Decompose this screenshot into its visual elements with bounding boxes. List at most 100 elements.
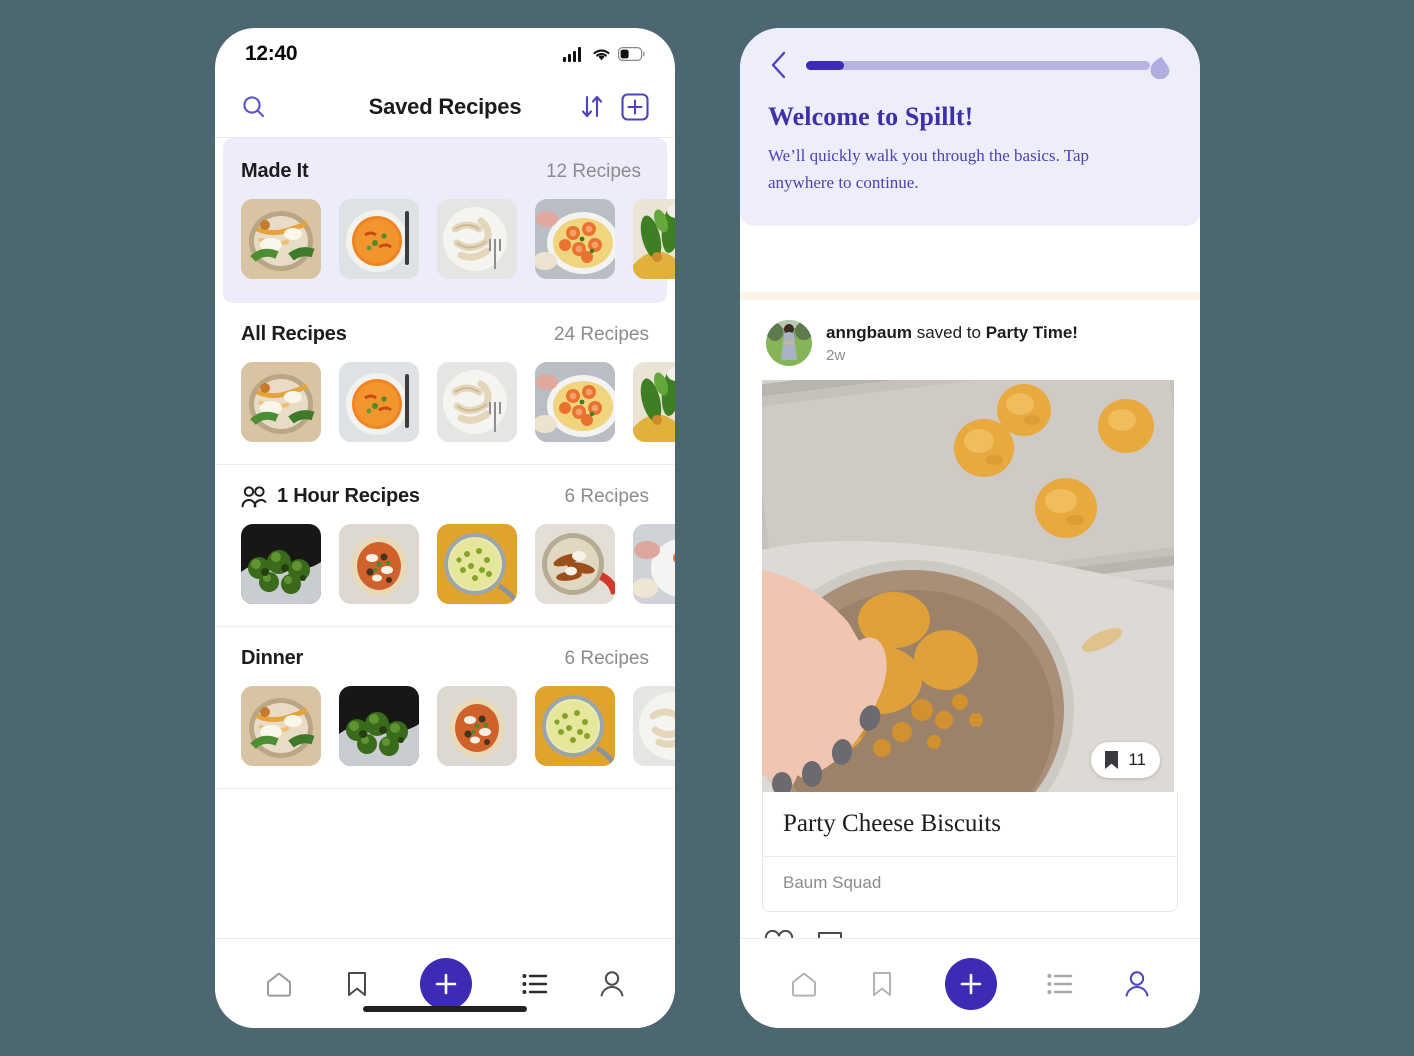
section-all-recipes[interactable]: All Recipes 24 Recipes — [215, 303, 675, 465]
recipe-thumb-noodle-bowl[interactable] — [241, 362, 321, 442]
onboarding-progress-bar — [806, 56, 1172, 79]
tab-home[interactable] — [264, 969, 294, 999]
recipe-thumb-pistachio-soup[interactable] — [535, 686, 615, 766]
search-icon[interactable] — [241, 94, 267, 120]
tab-list[interactable] — [1046, 971, 1074, 997]
section-title: Made It — [241, 160, 309, 182]
recipe-source: Baum Squad — [783, 873, 882, 893]
section-dinner[interactable]: Dinner 6 Recipes — [215, 627, 675, 789]
status-time: 12:40 — [245, 42, 298, 65]
group-people-icon — [241, 485, 267, 507]
status-icons — [563, 46, 645, 62]
home-icon — [791, 972, 816, 997]
recipe-thumb-flatbread-pizza[interactable] — [339, 524, 419, 604]
tab-bookmark[interactable] — [868, 969, 896, 999]
nav-header: Saved Recipes — [215, 76, 675, 138]
section-count: 24 Recipes — [553, 323, 649, 345]
save-count: 11 — [1128, 750, 1146, 770]
progress-droplet-icon — [1150, 56, 1170, 79]
post-header: anngbaum saved to Party Time! 2w — [740, 300, 1200, 380]
canvas: 12:40 Saved Recipes Made It 12 Recipes A… — [0, 0, 1414, 1056]
home-indicator — [363, 1006, 527, 1012]
plus-icon — [435, 973, 457, 994]
recipe-thumb-pistachio-soup[interactable] — [437, 524, 517, 604]
recipe-thumb-flatbread-pizza[interactable] — [437, 686, 517, 766]
section-title: Dinner — [241, 647, 304, 669]
recipe-thumb-tomato-soup[interactable] — [339, 199, 419, 279]
plus-icon — [960, 973, 982, 994]
bottom-tabbar — [215, 938, 675, 1028]
section-count: 6 Recipes — [564, 647, 650, 669]
wifi-icon — [593, 48, 610, 60]
recipe-card[interactable]: Party Cheese Biscuits Baum Squad — [762, 792, 1178, 913]
post-collection[interactable]: Party Time! — [986, 323, 1078, 342]
onboarding-subtitle: We’ll quickly walk you through the basic… — [768, 146, 1090, 193]
thumb-strip[interactable] — [215, 686, 675, 766]
list-icon — [522, 973, 548, 994]
post-meta-line: anngbaum saved to Party Time! — [826, 323, 1078, 343]
recipe-thumb-noodle-bowl[interactable] — [241, 686, 321, 766]
section-title: All Recipes — [241, 323, 347, 345]
thumb-strip[interactable] — [215, 362, 675, 442]
progress-track — [806, 60, 1150, 70]
sort-arrows-icon[interactable] — [579, 94, 605, 120]
post-action-text: saved to — [916, 322, 981, 342]
recipe-thumb-shrimp-plate[interactable] — [633, 524, 675, 604]
section-title: 1 Hour Recipes — [277, 485, 420, 507]
cellular-signal-icon — [563, 46, 581, 62]
recipe-thumb-noodle-bowl[interactable] — [241, 199, 321, 279]
progress-fill — [806, 60, 844, 70]
spacer — [740, 226, 1200, 293]
onboarding-title: Welcome to Spillt! — [768, 102, 974, 131]
post-meta: anngbaum saved to Party Time! 2w — [826, 323, 1078, 364]
section-made-it[interactable]: Made It 12 Recipes — [223, 138, 675, 303]
recipe-thumb-charred-broccoli[interactable] — [241, 524, 321, 604]
bottom-tabbar — [740, 938, 1200, 1028]
phone-left: 12:40 Saved Recipes Made It 12 Recipes A… — [215, 28, 675, 1028]
section-title-with-icon: 1 Hour Recipes — [241, 485, 420, 508]
section-count: 12 Recipes — [545, 160, 641, 182]
recipe-sections-list[interactable]: Made It 12 Recipes All Recipes 24 Recipe… — [215, 138, 675, 978]
section-count: 6 Recipes — [564, 485, 650, 507]
thumb-strip[interactable] — [215, 524, 675, 604]
list-icon — [1047, 973, 1073, 994]
add-box-icon[interactable] — [621, 92, 649, 121]
post-username[interactable]: anngbaum — [826, 323, 912, 342]
status-bar: 12:40 — [215, 28, 675, 76]
recipe-thumb-pasta-fettuccine[interactable] — [633, 686, 675, 766]
tab-list[interactable] — [521, 971, 549, 997]
profile-icon — [600, 970, 624, 996]
thumb-strip[interactable] — [223, 199, 675, 279]
tab-create-button[interactable] — [419, 957, 472, 1010]
post-photo[interactable]: 11 — [762, 380, 1174, 793]
tab-home[interactable] — [789, 969, 819, 999]
cheese-biscuit-dough-photo — [762, 380, 1174, 793]
tab-bookmark[interactable] — [343, 969, 371, 999]
recipe-thumb-shrimp-plate[interactable] — [535, 199, 615, 279]
battery-icon — [618, 47, 645, 61]
home-icon — [266, 972, 291, 997]
recipe-thumb-greens-plate[interactable] — [633, 199, 675, 279]
phone-right: Welcome to Spillt! We’ll quickly walk yo… — [740, 28, 1200, 1028]
tab-profile[interactable] — [1123, 969, 1151, 999]
tab-profile[interactable] — [598, 969, 626, 999]
cream-divider — [740, 292, 1200, 301]
bookmark-filled-icon — [1105, 751, 1119, 770]
section-1-hour-recipes[interactable]: 1 Hour Recipes 6 Recipes — [215, 465, 675, 627]
recipe-thumb-pasta-fettuccine[interactable] — [437, 199, 517, 279]
profile-icon — [1125, 970, 1149, 996]
recipe-thumb-pasta-fettuccine[interactable] — [437, 362, 517, 442]
recipe-thumb-tomato-soup[interactable] — [339, 362, 419, 442]
bookmark-icon — [347, 971, 366, 996]
recipe-thumb-skillet-bake[interactable] — [535, 524, 615, 604]
recipe-thumb-greens-plate[interactable] — [633, 362, 675, 442]
chevron-left-icon[interactable] — [768, 50, 790, 80]
tab-create-button[interactable] — [944, 957, 997, 1010]
recipe-thumb-shrimp-plate[interactable] — [535, 362, 615, 442]
recipe-title: Party Cheese Biscuits — [763, 792, 1177, 858]
recipe-thumb-charred-broccoli[interactable] — [339, 686, 419, 766]
onboarding-welcome-panel[interactable]: Welcome to Spillt! We’ll quickly walk yo… — [740, 28, 1200, 227]
avatar[interactable] — [766, 320, 812, 367]
save-count-badge[interactable]: 11 — [1091, 742, 1160, 779]
bookmark-icon — [872, 971, 891, 996]
